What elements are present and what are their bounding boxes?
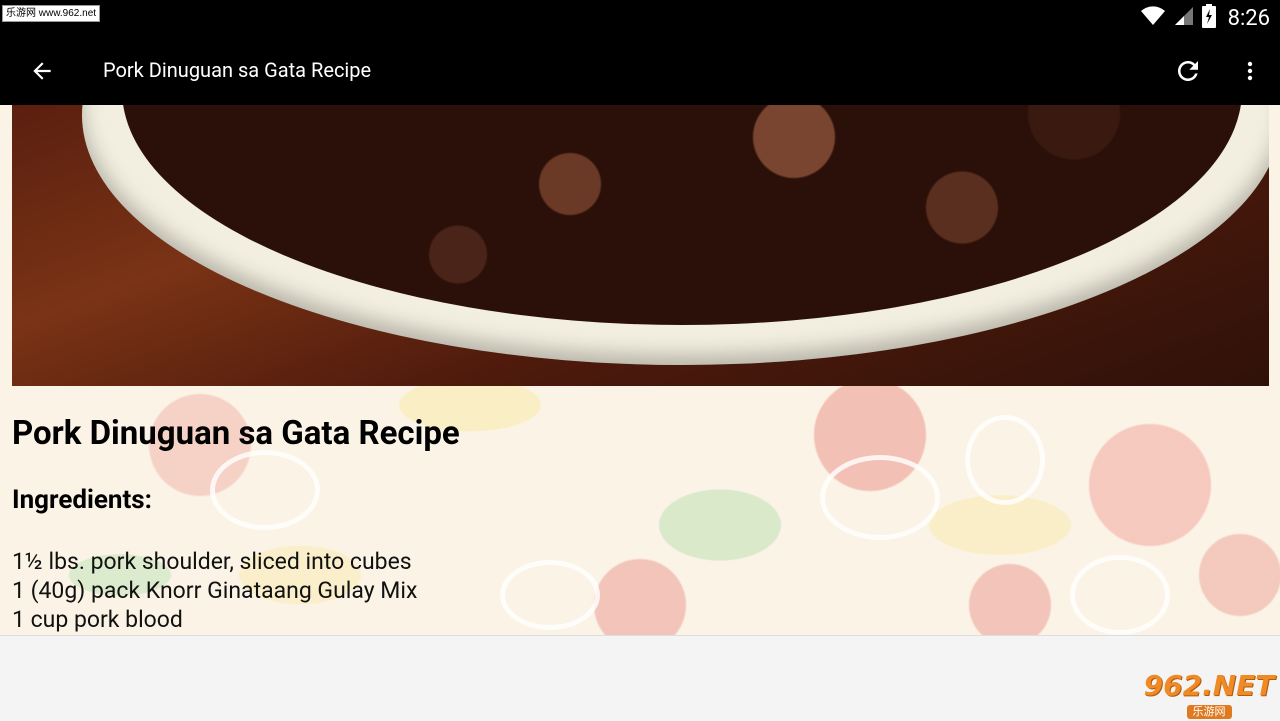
watermark-logo-text: 962.NET	[1143, 669, 1275, 702]
recipe-title: Pork Dinuguan sa Gata Recipe	[12, 414, 460, 453]
background-decoration	[1070, 555, 1170, 635]
more-vert-icon	[1247, 61, 1253, 81]
ingredients-heading: Ingredients:	[12, 485, 152, 515]
arrow-back-icon	[33, 62, 51, 80]
watermark-text: 乐游网 www.962.net	[2, 5, 101, 22]
background-decoration	[210, 450, 320, 530]
refresh-button[interactable]	[1168, 51, 1208, 91]
list-item: 1 (40g) pack Knorr Ginataang Gulay Mix	[12, 577, 418, 604]
app-bar: Pork Dinuguan sa Gata Recipe	[0, 36, 1280, 105]
app-bar-title: Pork Dinuguan sa Gata Recipe	[103, 58, 372, 82]
wifi-icon	[1140, 6, 1166, 30]
list-item: 1½ lbs. pork shoulder, sliced into cubes	[12, 548, 412, 575]
list-item: 1 cup pork blood	[12, 606, 183, 633]
status-bar: 乐游网 www.962.net 8:26	[0, 0, 1280, 36]
background-decoration	[820, 455, 940, 540]
watermark-logo-subtext: 乐游网	[1186, 705, 1232, 719]
status-time: 8:26	[1227, 5, 1270, 31]
footer-area	[0, 635, 1280, 721]
background-decoration	[965, 415, 1045, 505]
cell-signal-icon	[1174, 6, 1194, 30]
refresh-icon	[1178, 61, 1198, 81]
recipe-content[interactable]: Pork Dinuguan sa Gata Recipe Ingredients…	[0, 105, 1280, 635]
ingredient-list: 1½ lbs. pork shoulder, sliced into cubes…	[12, 547, 417, 634]
status-icons: 8:26	[1140, 0, 1270, 36]
recipe-photo	[12, 105, 1269, 386]
background-decoration	[500, 560, 600, 630]
battery-icon	[1201, 4, 1216, 32]
back-button[interactable]	[22, 51, 62, 91]
watermark-logo: 962.NET 乐游网	[1142, 669, 1276, 719]
more-options-button[interactable]	[1230, 51, 1270, 91]
